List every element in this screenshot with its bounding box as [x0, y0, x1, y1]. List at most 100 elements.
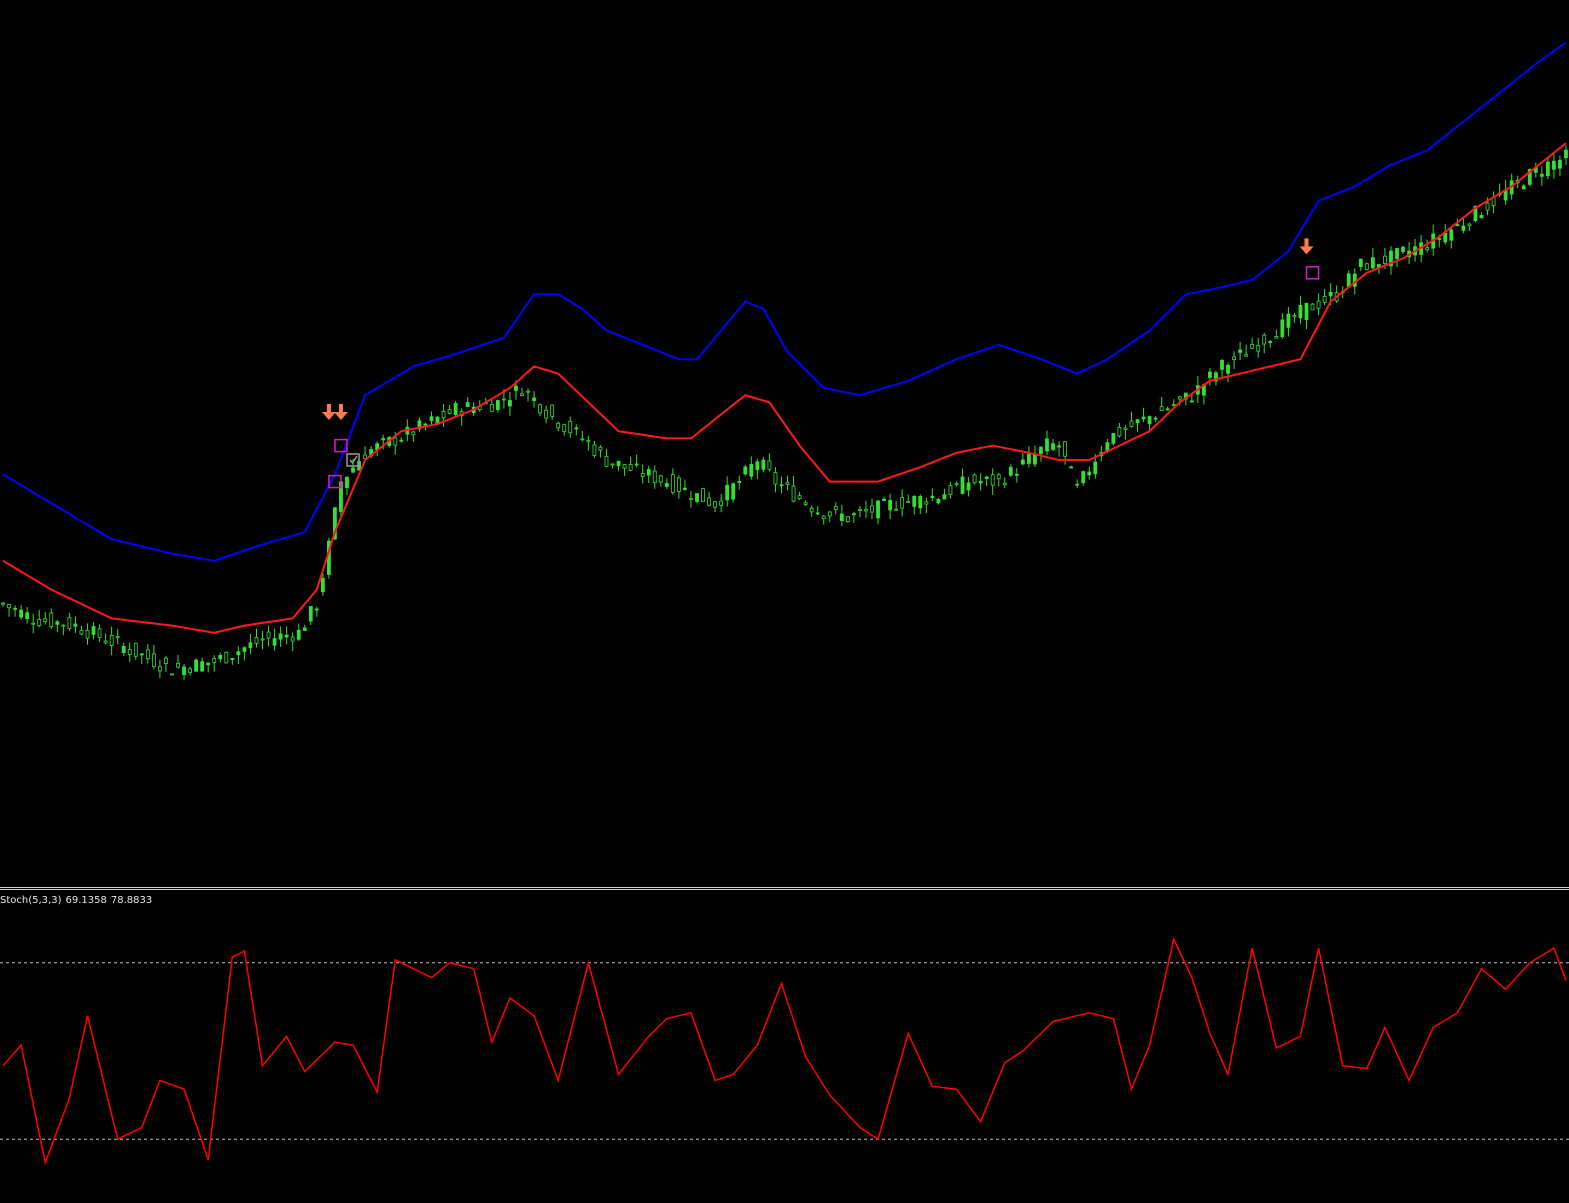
candle-body [465, 402, 470, 407]
candle-body [248, 642, 253, 648]
square-marker[interactable] [1305, 266, 1320, 280]
candle-body [851, 513, 856, 516]
candle-body [882, 498, 886, 501]
candle-body [284, 634, 289, 638]
candle-body [1449, 229, 1454, 241]
candle-body [821, 515, 826, 520]
candle-body [127, 649, 132, 655]
candle-body [1322, 296, 1327, 303]
candle-body [151, 653, 156, 668]
sell-arrow-icon[interactable] [333, 404, 348, 420]
candle-body [411, 431, 416, 436]
sell-arrows-group [321, 238, 1314, 420]
candle-body [1165, 408, 1170, 411]
candle-body [1370, 257, 1375, 269]
candle-body [1310, 303, 1315, 311]
candle-body [1171, 404, 1176, 406]
candle-body [1117, 427, 1122, 437]
candle-body [1027, 453, 1031, 464]
candle-body [580, 438, 585, 441]
candle-body [815, 512, 820, 515]
candle-body [634, 463, 639, 466]
candle-body [1033, 453, 1037, 465]
candle-body [990, 474, 995, 486]
candle-body [670, 474, 675, 493]
candle-body [351, 467, 355, 473]
candle-body [1292, 315, 1297, 318]
candle-body [785, 482, 790, 485]
candle-body [767, 460, 772, 470]
candle-body [206, 662, 211, 666]
candle-body [622, 464, 627, 469]
candle-body [176, 662, 180, 668]
candle-body [164, 657, 168, 664]
candle-body [1395, 247, 1399, 259]
candle-body [1274, 335, 1279, 339]
candle-body [1045, 438, 1049, 452]
candle-body [97, 628, 102, 638]
candle-body [864, 509, 868, 512]
candle-body [598, 446, 603, 451]
candle-body [761, 459, 766, 470]
candle-body [25, 612, 30, 620]
candle-body [1286, 313, 1291, 328]
candle-body [1467, 223, 1472, 227]
candle-body [278, 633, 283, 640]
stoch-main-value: 69.1358 [65, 895, 107, 906]
candle-body [1564, 149, 1568, 159]
candle-body [91, 626, 96, 635]
candle-body [1485, 202, 1490, 211]
candle-body [508, 400, 512, 407]
candle-body [833, 505, 838, 510]
sell-arrow-icon[interactable] [321, 404, 336, 420]
candle-body [218, 655, 223, 660]
candle-body [1051, 443, 1055, 450]
candle-body [1539, 173, 1544, 177]
stochastic-chart [0, 937, 1569, 1166]
candle-body [1020, 459, 1025, 465]
candle-body [55, 621, 60, 625]
sell-arrow-icon[interactable] [1299, 238, 1314, 255]
candle-body [845, 516, 850, 522]
candle-body [158, 666, 162, 672]
candle-body [876, 500, 880, 519]
candle-body [260, 638, 265, 641]
candle-body [652, 470, 657, 484]
candle-body [194, 659, 199, 672]
candle-body [1328, 291, 1333, 297]
candle-body [1039, 446, 1043, 455]
candle-body [429, 416, 434, 421]
candle-body [115, 636, 120, 639]
candle-body [236, 651, 241, 656]
candle-body [809, 507, 814, 513]
candle-body [1238, 349, 1243, 353]
signal-markers-group [328, 266, 1320, 489]
candle-body [538, 404, 542, 414]
candle-body [1545, 161, 1550, 176]
candle-body [773, 472, 778, 485]
candle-body [1256, 345, 1261, 352]
candle-body [604, 456, 609, 467]
candle-body [870, 505, 874, 513]
candle-body [495, 400, 500, 410]
candle-body [797, 495, 802, 499]
candle-body [1123, 427, 1128, 430]
candle-body [701, 488, 705, 503]
candle-body [103, 640, 108, 644]
candle-body [1364, 263, 1369, 271]
candle-body [1383, 255, 1387, 264]
candle-body [188, 668, 192, 674]
candle-body [791, 485, 796, 502]
candle-body [978, 481, 983, 484]
candle-body [254, 637, 259, 644]
candle-body [242, 647, 247, 652]
stoch-main-line [2, 937, 1567, 1166]
candle-body [1057, 445, 1061, 448]
candle-body [19, 609, 24, 618]
candle-body [640, 473, 645, 477]
candle-body [544, 409, 549, 419]
candle-body [200, 661, 205, 672]
candle-body [37, 619, 42, 626]
candle-body [966, 482, 971, 491]
candle-body [1262, 334, 1267, 345]
